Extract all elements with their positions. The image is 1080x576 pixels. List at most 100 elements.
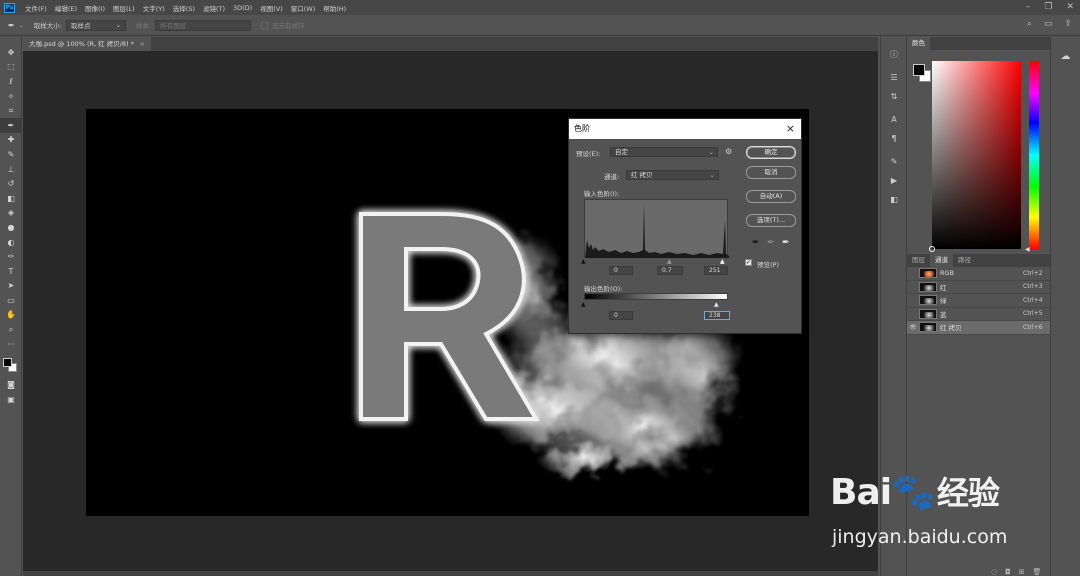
lasso-icon[interactable]: ℓ — [0, 74, 22, 89]
brush-icon[interactable]: ✎ — [0, 147, 22, 162]
preset-gear-icon[interactable]: ⚙ — [725, 147, 732, 156]
close-tab-icon[interactable]: × — [140, 37, 145, 51]
delete-channel-icon[interactable]: 🗑 — [1033, 568, 1042, 576]
actions-icon[interactable]: ▶ — [881, 171, 907, 190]
color-swatches[interactable] — [913, 64, 933, 84]
menu-help[interactable]: 帮助(H) — [323, 3, 346, 13]
ok-button[interactable]: 确定 — [746, 146, 796, 159]
tab-layers[interactable]: 图层 — [907, 254, 930, 267]
brush-settings-icon[interactable]: ✎ — [881, 152, 907, 171]
gray-eyedropper-icon[interactable]: ✒ — [767, 238, 775, 248]
cancel-button[interactable]: 取消 — [746, 166, 796, 179]
screen-mode-icon[interactable]: ▣ — [0, 392, 22, 407]
preview-checkbox[interactable]: ✓ — [745, 259, 752, 266]
libraries-icon[interactable]: ☁ — [1051, 51, 1080, 62]
path-select-icon[interactable]: ➤ — [0, 279, 22, 294]
channel-select[interactable]: 红 拷贝 ⌄ — [626, 170, 719, 180]
output-black-slider[interactable]: ▲ — [581, 302, 586, 308]
color-field[interactable] — [929, 61, 1021, 252]
eyedropper-tool-icon[interactable]: ✒ — [8, 21, 15, 30]
preset-select[interactable]: 自定 ⌄ — [610, 147, 718, 157]
new-channel-icon[interactable]: ⊞ — [1019, 568, 1025, 576]
restore-icon[interactable]: ❐ — [1044, 2, 1052, 12]
menu-file[interactable]: 文件(F) — [25, 3, 47, 13]
input-black-slider[interactable]: ▲ — [581, 259, 586, 265]
foreground-swatch[interactable] — [913, 64, 925, 76]
output-white-slider[interactable]: ▲ — [714, 302, 719, 308]
channel-row-red-copy[interactable]: 👁 红 拷贝 Ctrl+6 — [907, 321, 1051, 335]
crop-icon[interactable]: ⌗ — [0, 103, 22, 118]
shape-icon[interactable]: ▭ — [0, 293, 22, 308]
search-icon[interactable]: ⌕ — [1027, 19, 1032, 29]
hue-slider[interactable]: ◀ — [1025, 61, 1039, 253]
properties-icon[interactable]: ◧ — [881, 190, 907, 209]
adjustments-icon[interactable]: ⇅ — [881, 87, 907, 106]
history-brush-icon[interactable]: ↺ — [0, 176, 22, 191]
input-white-field[interactable]: 251 — [704, 266, 728, 275]
menu-filter[interactable]: 滤镜(T) — [203, 3, 225, 13]
tab-paths[interactable]: 路径 — [953, 254, 976, 267]
document-tab[interactable]: 大咖.psd @ 100% (R, 红 拷贝/8) * × — [23, 37, 151, 51]
menu-window[interactable]: 窗口(W) — [291, 3, 316, 13]
input-gamma-slider[interactable]: ▲ — [667, 259, 672, 265]
show-ring-checkbox[interactable] — [261, 21, 269, 29]
bucket-icon[interactable]: ◈ — [0, 206, 22, 221]
toolbar-color-swatches[interactable] — [0, 351, 22, 377]
type-icon[interactable]: T — [0, 264, 22, 279]
input-white-slider[interactable]: ▲ — [720, 259, 725, 265]
menu-edit[interactable]: 编辑(E) — [55, 3, 77, 13]
channel-row-green[interactable]: 绿 Ctrl+4 — [907, 294, 1051, 308]
color-picker-ring[interactable] — [929, 246, 935, 252]
eye-icon[interactable]: 👁 — [907, 324, 919, 331]
menu-image[interactable]: 图像(I) — [85, 3, 105, 13]
share-icon[interactable]: ⇪ — [1064, 19, 1072, 29]
magic-wand-icon[interactable]: ✧ — [0, 89, 22, 104]
stamp-icon[interactable]: ⊥ — [0, 162, 22, 177]
sample-size-select[interactable]: 取样点 ⌄ — [65, 19, 126, 31]
marquee-icon[interactable]: ⬚ — [0, 60, 22, 75]
paragraph-icon[interactable]: ¶ — [881, 129, 907, 148]
dodge-icon[interactable]: ◐ — [0, 235, 22, 250]
move-icon[interactable]: ✥ — [0, 45, 22, 60]
tab-color[interactable]: 颜色 — [907, 37, 930, 50]
options-button[interactable]: 选项(T)... — [746, 214, 796, 227]
menu-view[interactable]: 视图(V) — [260, 3, 283, 13]
menu-3d[interactable]: 3D(D) — [233, 4, 252, 12]
history-icon[interactable]: ☰ — [881, 68, 907, 87]
save-selection-icon[interactable]: ◘ — [1005, 568, 1011, 576]
menu-type[interactable]: 文字(Y) — [143, 3, 165, 13]
white-eyedropper-icon[interactable]: ✒ — [782, 238, 790, 248]
input-gamma-field[interactable]: 0.7 — [657, 266, 683, 275]
hue-slider-arrow-icon[interactable]: ◀ — [1025, 246, 1030, 253]
auto-button[interactable]: 自动(A) — [746, 190, 796, 203]
menu-select[interactable]: 选择(S) — [173, 3, 195, 13]
tab-channels[interactable]: 通道 — [930, 254, 953, 267]
healing-icon[interactable]: ✚ — [0, 133, 22, 148]
character-icon[interactable]: A — [881, 110, 907, 129]
quick-mask-icon[interactable]: ◙ — [0, 377, 22, 392]
close-icon[interactable]: × — [786, 119, 795, 139]
output-black-field[interactable]: 0 — [609, 311, 633, 320]
load-selection-icon[interactable]: ◌ — [991, 568, 997, 576]
minimize-icon[interactable]: – — [1026, 2, 1031, 12]
levels-dialog-titlebar[interactable]: 色阶 × — [569, 119, 801, 139]
black-eyedropper-icon[interactable]: ✒ — [752, 238, 760, 248]
eyedropper-icon[interactable]: ✒ — [0, 117, 22, 133]
tool-preset-arrow-icon[interactable]: ⌄ — [19, 22, 24, 29]
output-white-field[interactable]: 238 — [704, 311, 730, 320]
toolbar-foreground-swatch[interactable] — [3, 358, 12, 368]
channel-row-blue[interactable]: 蓝 Ctrl+5 — [907, 308, 1051, 321]
sample-select[interactable]: 所有图层 — [155, 19, 252, 31]
channel-row-rgb[interactable]: RGB Ctrl+2 — [907, 267, 1051, 281]
input-black-field[interactable]: 0 — [609, 266, 633, 275]
pen-icon[interactable]: ✑ — [0, 249, 22, 264]
workspace-icon[interactable]: ▭ — [1044, 19, 1053, 29]
menu-layer[interactable]: 图层(L) — [113, 3, 135, 13]
close-window-icon[interactable]: ✕ — [1066, 2, 1074, 12]
channel-row-red[interactable]: 红 Ctrl+3 — [907, 281, 1051, 294]
hand-icon[interactable]: ✋ — [0, 308, 22, 323]
eraser-icon[interactable]: ◧ — [0, 191, 22, 206]
blur-icon[interactable]: ● — [0, 220, 22, 235]
info-icon[interactable]: ⓘ — [881, 45, 907, 64]
zoom-icon[interactable]: ⌕ — [0, 322, 22, 337]
